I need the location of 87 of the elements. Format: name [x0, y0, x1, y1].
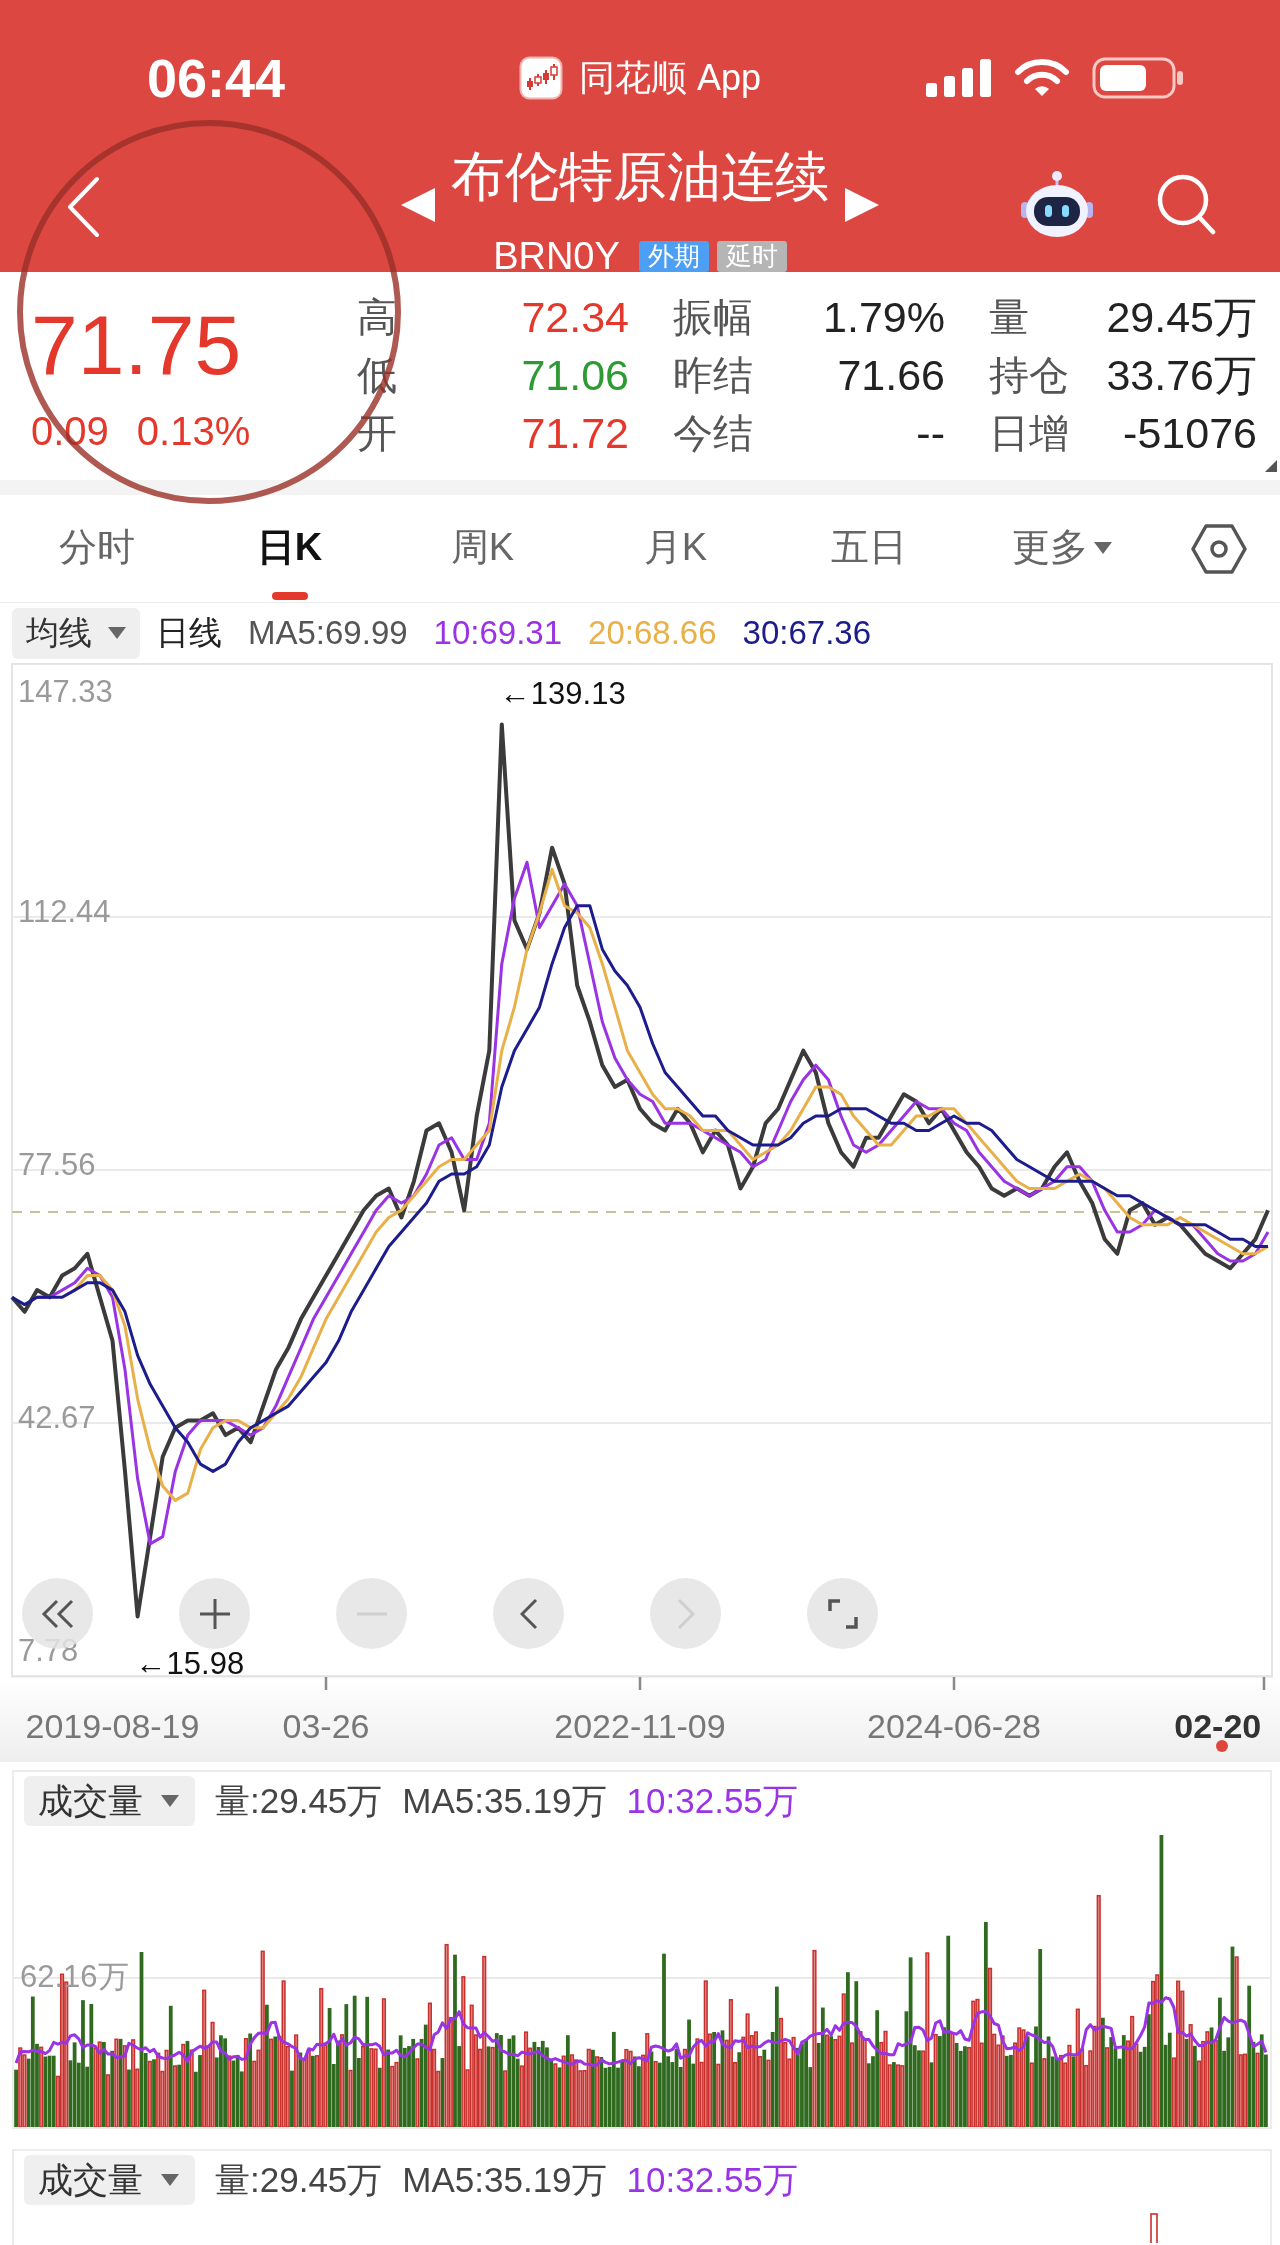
corner-triangle-icon [1265, 460, 1277, 472]
stat-label: 开 [357, 410, 397, 457]
app-logo-icon [518, 56, 563, 100]
caret-down-icon [1093, 542, 1112, 554]
axis-label: 2022-11-09 [554, 1707, 726, 1745]
stat-label: 今结 [673, 410, 753, 457]
stat-value: 71.06 [521, 351, 629, 399]
moving-average-value: MA5:69.99 [248, 614, 408, 652]
stat-label: 持仓 [989, 352, 1069, 399]
chevron-right-icon [676, 1597, 695, 1630]
stat-label: 量 [989, 294, 1029, 341]
axis-label: 7.78 [18, 1633, 79, 1668]
moving-average-value: 20:68.66 [588, 614, 717, 652]
battery-icon [1092, 57, 1184, 99]
instrument-title: 布伦特原油连续 [451, 146, 829, 206]
axis-label: 112.44 [18, 894, 111, 929]
instrument-code: BRN0Y [493, 238, 620, 274]
period-tab[interactable]: 周K [386, 495, 579, 602]
indicator-selector[interactable]: 成交量 [24, 1776, 195, 1826]
stat-value: 71.66 [837, 351, 945, 399]
volume-value: 量:29.45万 [215, 2158, 383, 2201]
triangle-left-icon [401, 188, 435, 222]
chevron-left-icon [66, 176, 100, 238]
axis-label: 77.56 [18, 1146, 96, 1182]
volume-value: 10:32.55万 [626, 1779, 798, 1822]
chevron-left-icon [519, 1597, 538, 1630]
last-price: 71.75 [31, 303, 243, 387]
caret-down-icon [108, 627, 126, 639]
next-contract-button[interactable] [845, 188, 879, 222]
tab-underline [271, 592, 308, 600]
stat-value: 71.72 [521, 409, 629, 457]
stat-value: 72.34 [521, 293, 629, 341]
annotation-label: ←15.98 [135, 1646, 245, 1682]
volume-value: 10:32.55万 [626, 2158, 798, 2201]
minus-icon [355, 1611, 388, 1616]
axis-label: 2024-06-28 [867, 1707, 1041, 1745]
back-button[interactable] [66, 176, 100, 238]
indicator-selector[interactable]: 均线 [12, 607, 140, 659]
stat-label: 昨结 [673, 352, 753, 399]
previous-contract-button[interactable] [401, 188, 435, 222]
axis-label: 42.67 [18, 1400, 96, 1435]
volume-value: 量:29.45万 [215, 1779, 383, 1822]
period-tab[interactable]: 月K [579, 495, 772, 602]
axis-label: 62.16万 [20, 1959, 129, 1994]
stat-value: -- [916, 409, 945, 457]
axis-label: 2019-08-19 [25, 1707, 200, 1745]
app-name: 同花顺 App [578, 56, 762, 100]
settings-icon [1191, 523, 1247, 574]
moving-average-value: 30:67.36 [742, 614, 871, 652]
indicator-selector[interactable]: 成交量 [24, 2155, 195, 2205]
moving-average-value: 10:69.31 [433, 614, 563, 652]
search-icon [1156, 173, 1216, 235]
period-tab[interactable]: 日K [193, 495, 386, 602]
period-tab[interactable]: 分时 [0, 495, 193, 602]
wifi-icon [1014, 58, 1070, 98]
period-tab[interactable]: 五日 [772, 495, 965, 602]
robot-icon [1020, 170, 1094, 238]
stat-label: 振幅 [673, 294, 753, 341]
stat-value: 1.79% [823, 293, 945, 341]
stat-value: -51076 [1123, 409, 1257, 457]
stat-value: 33.76万 [1106, 351, 1257, 399]
axis-label: 147.33 [18, 674, 113, 709]
triangle-right-icon [845, 188, 879, 222]
market-tag: 外期 [638, 240, 709, 272]
plus-icon [198, 1597, 231, 1630]
stat-label: 日增 [989, 410, 1069, 457]
axis-label: 02-20 [1174, 1707, 1262, 1745]
period-label: 日线 [156, 612, 222, 653]
axis-label: 03-26 [282, 1707, 370, 1745]
stat-value: 29.45万 [1106, 293, 1257, 341]
caret-down-icon [161, 1795, 179, 1807]
stat-label: 高 [357, 294, 397, 341]
caret-down-icon [161, 2174, 179, 2186]
volume-value: MA5:35.19万 [402, 2158, 607, 2201]
market-tag: 延时 [716, 240, 787, 272]
fullscreen-icon [827, 1598, 858, 1629]
status-time: 06:44 [147, 50, 286, 106]
assistant-button[interactable] [1020, 170, 1094, 238]
volume-bar [1150, 2213, 1158, 2243]
volume-value: MA5:35.19万 [402, 1779, 607, 1822]
search-button[interactable] [1156, 173, 1216, 235]
double-chevron-left-icon [40, 1598, 75, 1629]
annotation-label: ←139.13 [499, 676, 626, 712]
signal-icon [926, 59, 992, 97]
percent-change: 0.13% [136, 409, 251, 453]
status-dot-icon [1216, 1740, 1228, 1752]
period-tab[interactable]: 更多 [965, 495, 1158, 602]
